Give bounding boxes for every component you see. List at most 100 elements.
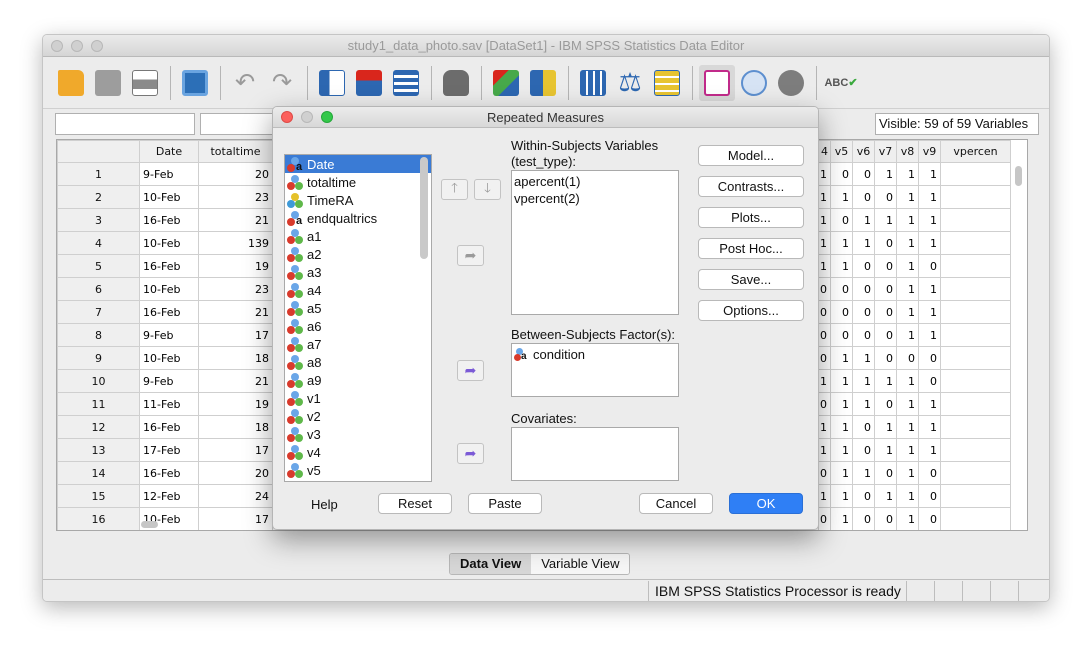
goto-case-button[interactable] xyxy=(314,65,350,101)
cell-vpercent[interactable] xyxy=(940,392,1011,416)
cell-value[interactable]: 1 xyxy=(896,277,919,301)
cell-value[interactable]: 1 xyxy=(918,277,941,301)
cell-totaltime[interactable]: 19 xyxy=(198,254,273,278)
cell-value[interactable]: 1 xyxy=(896,392,919,416)
cell-value[interactable]: 1 xyxy=(896,323,919,347)
variable-list-item[interactable]: a3 xyxy=(285,263,431,281)
variable-list-item[interactable]: TimeRA xyxy=(285,191,431,209)
row-number[interactable]: 12 xyxy=(57,415,140,439)
cell-totaltime[interactable]: 18 xyxy=(198,415,273,439)
insert-cases-button[interactable] xyxy=(488,65,524,101)
variable-list-item[interactable]: a endqualtrics xyxy=(285,209,431,227)
variable-list-item[interactable]: v1 xyxy=(285,389,431,407)
cell-value[interactable]: 1 xyxy=(830,369,853,393)
cell-value[interactable]: 1 xyxy=(896,507,919,530)
variable-list-item[interactable]: a8 xyxy=(285,353,431,371)
cell-value[interactable]: 1 xyxy=(918,392,941,416)
row-number[interactable]: 9 xyxy=(57,346,140,370)
cell-value[interactable]: 1 xyxy=(896,231,919,255)
cell-value[interactable]: 0 xyxy=(818,323,831,347)
move-up-button[interactable]: 🡑 xyxy=(441,179,468,200)
column-header-vpercent[interactable]: vpercen xyxy=(940,140,1011,163)
save-button[interactable] xyxy=(90,65,126,101)
cell-value[interactable]: 1 xyxy=(830,254,853,278)
cell-value[interactable]: 0 xyxy=(818,277,831,301)
within-subjects-list[interactable]: apercent(1) vpercent(2) xyxy=(511,170,679,315)
cell-value[interactable]: 1 xyxy=(830,185,853,209)
save-button[interactable]: Save... xyxy=(698,269,804,290)
cell-date[interactable]: 12-Feb xyxy=(139,484,199,508)
cell-value[interactable]: 1 xyxy=(896,162,919,186)
cell-value[interactable]: 0 xyxy=(918,484,941,508)
cell-value[interactable]: 0 xyxy=(852,300,875,324)
cell-value[interactable]: 0 xyxy=(830,208,853,232)
cell-value[interactable]: 0 xyxy=(918,346,941,370)
cell-value[interactable]: 0 xyxy=(896,346,919,370)
dialog-close-button[interactable] xyxy=(281,111,293,123)
print-button[interactable] xyxy=(127,65,163,101)
cell-vpercent[interactable] xyxy=(940,162,1011,186)
cell-value[interactable]: 1 xyxy=(896,369,919,393)
cell-totaltime[interactable]: 21 xyxy=(198,300,273,324)
row-number[interactable]: 1 xyxy=(57,162,140,186)
cell-value[interactable]: 1 xyxy=(830,438,853,462)
recall-dialog-button[interactable] xyxy=(177,65,213,101)
cell-value[interactable]: 0 xyxy=(818,461,831,485)
cell-totaltime[interactable]: 23 xyxy=(198,277,273,301)
column-header-v4[interactable]: 4 xyxy=(818,140,831,163)
cell-value[interactable]: 0 xyxy=(852,484,875,508)
cell-totaltime[interactable]: 17 xyxy=(198,438,273,462)
cell-value[interactable]: 1 xyxy=(852,392,875,416)
column-header-date[interactable]: Date xyxy=(139,140,199,163)
cell-value[interactable]: 0 xyxy=(852,507,875,530)
cell-vpercent[interactable] xyxy=(940,254,1011,278)
cell-value[interactable]: 1 xyxy=(852,369,875,393)
cell-value[interactable]: 0 xyxy=(874,392,897,416)
cell-value[interactable]: 1 xyxy=(830,484,853,508)
cell-value[interactable]: 0 xyxy=(874,300,897,324)
cell-value[interactable]: 0 xyxy=(830,277,853,301)
cell-vpercent[interactable] xyxy=(940,507,1011,530)
weight-cases-button[interactable]: ⚖ xyxy=(612,65,648,101)
cell-value[interactable]: 1 xyxy=(818,438,831,462)
cell-date[interactable]: 9-Feb xyxy=(139,323,199,347)
cell-vpercent[interactable] xyxy=(940,300,1011,324)
cell-value[interactable]: 0 xyxy=(918,507,941,530)
zoom-button[interactable] xyxy=(91,40,103,52)
cell-value[interactable]: 1 xyxy=(852,346,875,370)
variable-list-item[interactable]: a6 xyxy=(285,317,431,335)
cell-value[interactable]: 1 xyxy=(818,254,831,278)
variables-button[interactable] xyxy=(388,65,424,101)
variable-list-item[interactable]: v3 xyxy=(285,425,431,443)
plots-button[interactable]: Plots... xyxy=(698,207,804,228)
cell-value[interactable]: 1 xyxy=(896,484,919,508)
close-button[interactable] xyxy=(51,40,63,52)
cell-value[interactable]: 1 xyxy=(852,461,875,485)
cell-value[interactable]: 1 xyxy=(874,369,897,393)
cell-value[interactable]: 1 xyxy=(818,162,831,186)
model-button[interactable]: Model... xyxy=(698,145,804,166)
cell-value[interactable]: 1 xyxy=(896,438,919,462)
row-number[interactable]: 2 xyxy=(57,185,140,209)
column-header-v9[interactable]: v9 xyxy=(918,140,941,163)
goto-variable-button[interactable] xyxy=(351,65,387,101)
cell-vpercent[interactable] xyxy=(940,461,1011,485)
variable-list-item[interactable]: a Date xyxy=(285,155,431,173)
cell-date[interactable]: 9-Feb xyxy=(139,162,199,186)
cell-value[interactable]: 1 xyxy=(852,231,875,255)
cell-value[interactable]: 1 xyxy=(852,208,875,232)
use-variable-sets-button[interactable] xyxy=(736,65,772,101)
insert-variable-button[interactable] xyxy=(525,65,561,101)
cell-value[interactable]: 0 xyxy=(852,185,875,209)
cell-value[interactable]: 1 xyxy=(896,254,919,278)
cell-value[interactable]: 1 xyxy=(830,231,853,255)
cell-value[interactable]: 1 xyxy=(818,185,831,209)
move-within-button[interactable]: ➦ xyxy=(457,245,484,266)
cell-totaltime[interactable]: 17 xyxy=(198,323,273,347)
cell-vpercent[interactable] xyxy=(940,484,1011,508)
cell-value[interactable]: 0 xyxy=(874,323,897,347)
cell-value[interactable]: 0 xyxy=(852,277,875,301)
cell-value[interactable]: 1 xyxy=(818,369,831,393)
cell-value[interactable]: 1 xyxy=(874,438,897,462)
grid-vertical-scrollbar[interactable] xyxy=(1015,166,1022,186)
